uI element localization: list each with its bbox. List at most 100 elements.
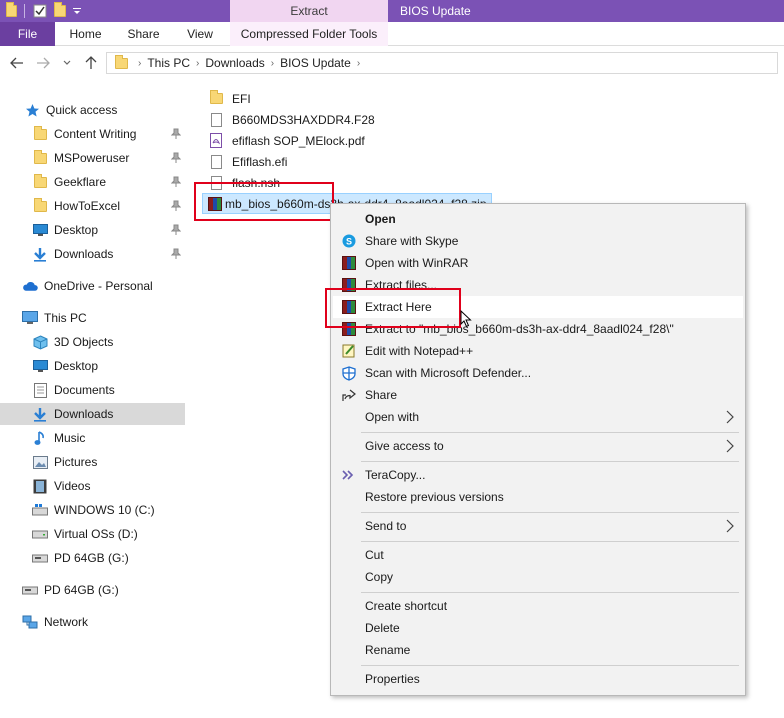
forward-arrow-icon[interactable] (34, 54, 52, 72)
documents-icon (32, 382, 48, 398)
nav-item-desktop-quick[interactable]: Desktop (0, 219, 185, 241)
breadcrumb-this-pc[interactable]: This PC (147, 56, 190, 70)
tab-view[interactable]: View (174, 22, 226, 46)
up-arrow-icon[interactable] (82, 54, 100, 72)
menu-divider (361, 512, 739, 513)
menu-item-give-access[interactable]: Give access to (333, 435, 743, 457)
share-icon (341, 387, 357, 403)
nav-this-pc[interactable]: This PC (0, 307, 185, 329)
tab-file[interactable]: File (0, 22, 55, 46)
address-bar[interactable]: › This PC › Downloads › BIOS Update › (106, 52, 778, 74)
chevron-right-icon[interactable]: › (357, 58, 360, 69)
menu-divider (361, 592, 739, 593)
file-icon (208, 112, 224, 128)
file-name: EFI (232, 91, 251, 106)
nav-label: Desktop (54, 359, 99, 373)
nav-label: PD 64GB (G:) (54, 551, 129, 565)
context-menu: Open S Share with Skype Open with WinRAR… (330, 203, 746, 696)
nav-label: HowToExcel (54, 199, 121, 213)
menu-item-share[interactable]: Share (333, 384, 743, 406)
nav-item-downloads-quick[interactable]: Downloads (0, 243, 185, 265)
nav-label: Geekflare (54, 175, 107, 189)
divider (24, 4, 25, 18)
nav-network[interactable]: Network (0, 611, 185, 633)
menu-item-share-skype[interactable]: S Share with Skype (333, 230, 743, 252)
menu-item-cut[interactable]: Cut (333, 544, 743, 566)
chevron-right-icon[interactable]: › (138, 58, 141, 69)
nav-label: Downloads (54, 247, 114, 261)
nav-item-content-writing[interactable]: Content Writing (0, 123, 185, 145)
properties-icon[interactable] (31, 2, 49, 20)
menu-item-create-shortcut[interactable]: Create shortcut (333, 595, 743, 617)
folder-icon[interactable] (2, 2, 20, 20)
back-arrow-icon[interactable] (8, 54, 26, 72)
menu-item-rename[interactable]: Rename (333, 639, 743, 661)
nav-label: Network (44, 615, 89, 629)
nav-label: PD 64GB (G:) (44, 583, 119, 597)
chevron-right-icon[interactable]: › (196, 58, 199, 69)
menu-item-send-to[interactable]: Send to (333, 515, 743, 537)
chevron-right-icon (726, 439, 734, 453)
menu-item-scan-defender[interactable]: Scan with Microsoft Defender... (333, 362, 743, 384)
breadcrumb-downloads[interactable]: Downloads (205, 56, 264, 70)
ribbon-tabs: File Home Share View Compressed Folder T… (0, 22, 784, 46)
file-icon (208, 154, 224, 170)
nav-item-howtoexcel[interactable]: HowToExcel (0, 195, 185, 217)
nav-item-drive-d[interactable]: Virtual OSs (D:) (0, 523, 185, 545)
file-name: Efiflash.efi (232, 154, 288, 169)
pin-icon (171, 152, 181, 163)
nav-item-drive-c[interactable]: WINDOWS 10 (C:) (0, 499, 185, 521)
menu-item-properties[interactable]: Properties (333, 668, 743, 690)
cloud-icon (22, 278, 38, 294)
pin-icon (171, 200, 181, 211)
list-item[interactable]: Efiflash.efi (208, 151, 287, 172)
chevron-right-icon[interactable]: › (271, 58, 274, 69)
menu-item-teracopy[interactable]: TeraCopy... (333, 464, 743, 486)
nav-item-documents[interactable]: Documents (0, 379, 185, 401)
nav-item-desktop[interactable]: Desktop (0, 355, 185, 377)
menu-item-open[interactable]: Open (333, 208, 743, 230)
pin-icon (171, 224, 181, 235)
nav-item-3d-objects[interactable]: 3D Objects (0, 331, 185, 353)
menu-item-delete[interactable]: Delete (333, 617, 743, 639)
computer-icon (22, 310, 38, 326)
nav-removable-g[interactable]: PD 64GB (G:) (0, 579, 185, 601)
nav-quick-access[interactable]: Quick access (0, 99, 185, 121)
nav-label: This PC (44, 311, 87, 325)
film-icon (32, 478, 48, 494)
tab-home[interactable]: Home (58, 22, 113, 46)
tab-compressed-folder-tools[interactable]: Compressed Folder Tools (230, 22, 388, 46)
new-folder-icon[interactable] (51, 2, 69, 20)
nav-label: Quick access (46, 103, 118, 117)
nav-item-drive-g[interactable]: PD 64GB (G:) (0, 547, 185, 569)
usb-drive-icon (32, 550, 48, 566)
menu-item-copy[interactable]: Copy (333, 566, 743, 588)
menu-item-edit-notepad[interactable]: Edit with Notepad++ (333, 340, 743, 362)
menu-item-open-with[interactable]: Open with (333, 406, 743, 428)
nav-item-mspoweruser[interactable]: MSPoweruser (0, 147, 185, 169)
recent-locations-chevron-icon[interactable] (58, 54, 76, 72)
chevron-right-icon (726, 519, 734, 533)
menu-item-open-winrar[interactable]: Open with WinRAR (333, 252, 743, 274)
menu-divider (361, 665, 739, 666)
nav-item-pictures[interactable]: Pictures (0, 451, 185, 473)
nav-label: Documents (54, 383, 115, 397)
breadcrumb-bios-update[interactable]: BIOS Update (280, 56, 351, 70)
folder-icon (115, 54, 128, 69)
nav-item-downloads[interactable]: Downloads (0, 403, 185, 425)
nav-item-videos[interactable]: Videos (0, 475, 185, 497)
nav-label: Pictures (54, 455, 98, 469)
address-bar-row: › This PC › Downloads › BIOS Update › (0, 46, 784, 80)
menu-item-restore-versions[interactable]: Restore previous versions (333, 486, 743, 508)
list-item[interactable]: efiflash SOP_MElock.pdf (208, 130, 365, 151)
nav-item-music[interactable]: Music (0, 427, 185, 449)
windows-drive-icon (32, 502, 48, 518)
folder-icon (208, 90, 224, 107)
music-note-icon (32, 430, 48, 446)
list-item[interactable]: B660MDS3HAXDDR4.F28 (208, 109, 375, 130)
nav-item-geekflare[interactable]: Geekflare (0, 171, 185, 193)
nav-onedrive[interactable]: OneDrive - Personal (0, 275, 185, 297)
customize-toolbar-icon[interactable] (71, 2, 83, 20)
list-item[interactable]: EFI (208, 88, 251, 109)
tab-share[interactable]: Share (116, 22, 171, 46)
